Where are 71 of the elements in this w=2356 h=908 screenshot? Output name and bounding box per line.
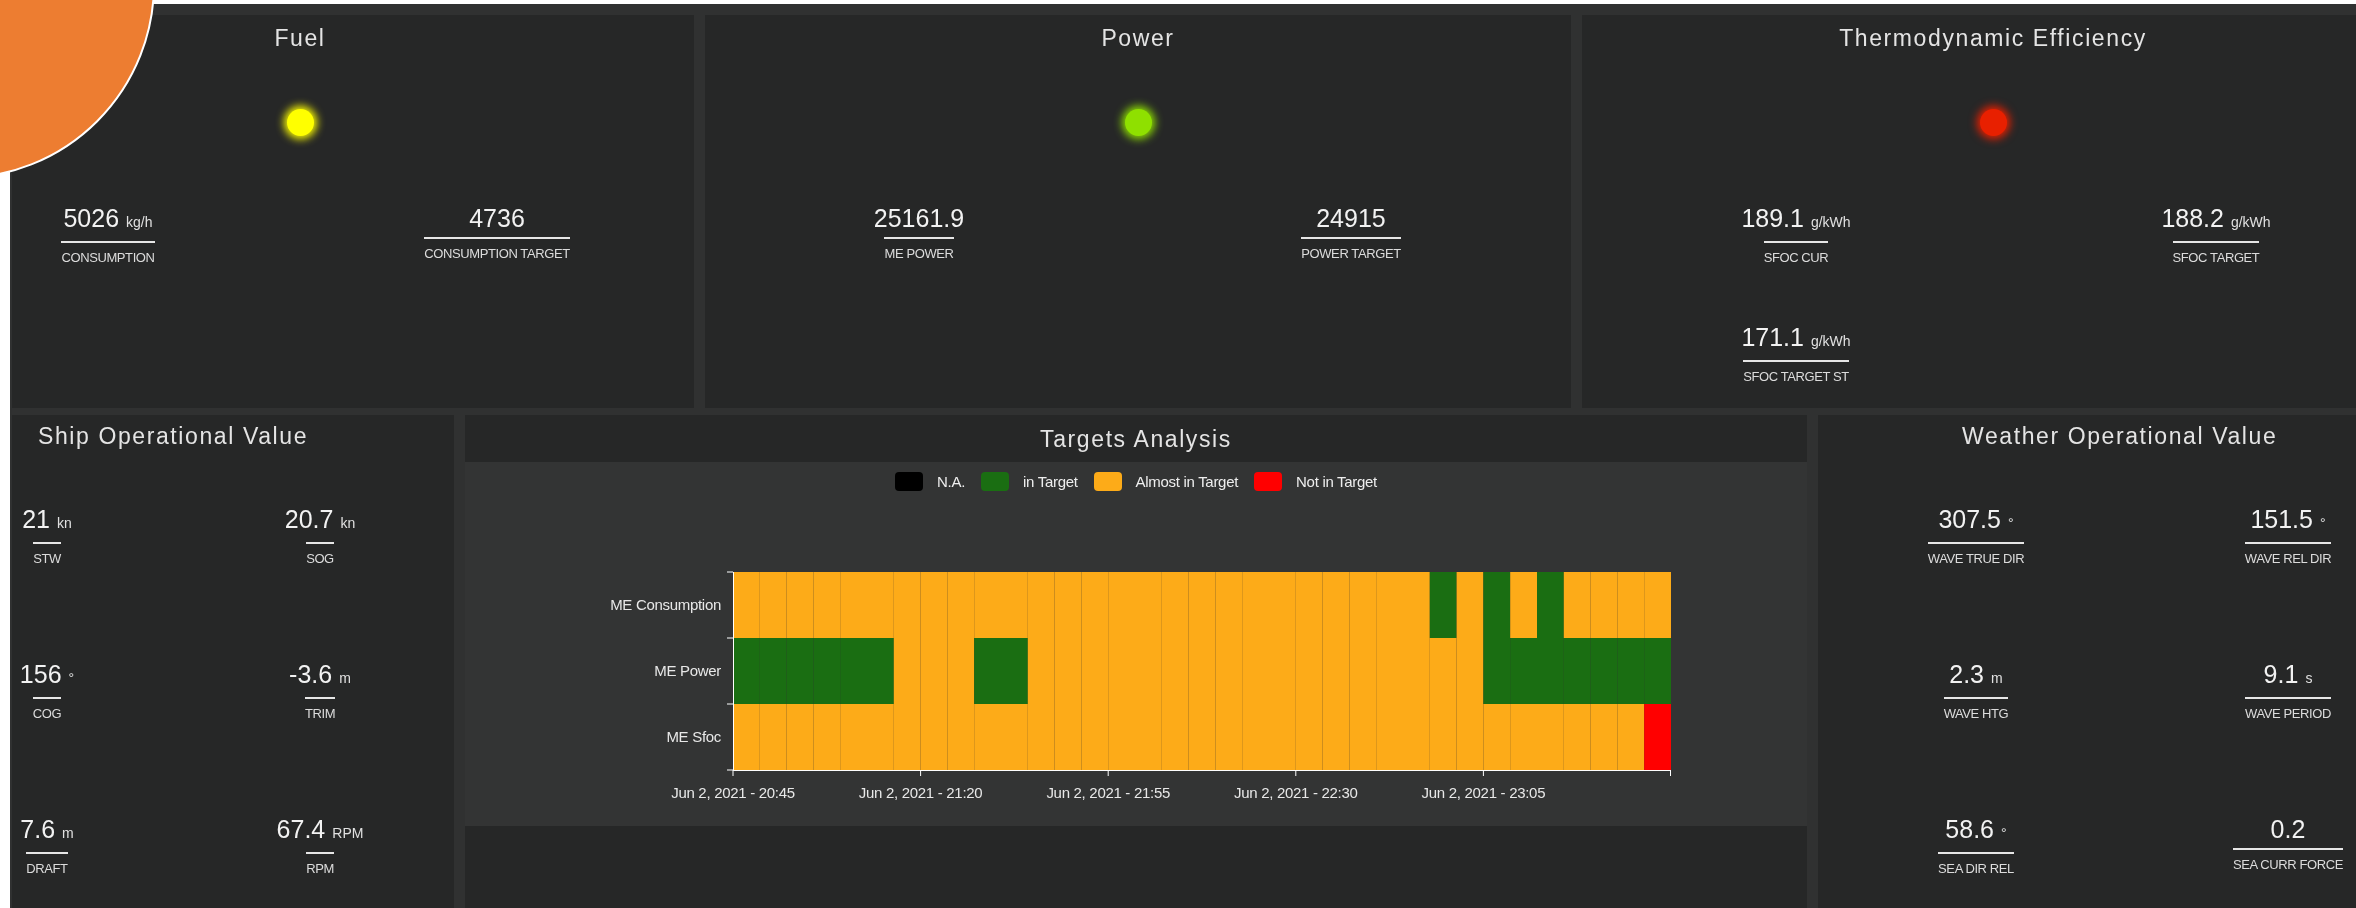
metric-label: STW bbox=[33, 542, 61, 568]
metric-value: 156 bbox=[19, 660, 62, 688]
metric-value: 189.1 bbox=[1741, 204, 1804, 232]
metric-label: WAVE HTG bbox=[1943, 697, 2009, 723]
row-label: ME Consumption bbox=[610, 596, 721, 613]
panel-title: Thermodynamic Efficiency bbox=[1838, 24, 2148, 53]
unit-label: m bbox=[1991, 669, 2003, 688]
metric-label: SEA DIR REL bbox=[1938, 852, 2014, 878]
unit-label: ° bbox=[2319, 514, 2326, 533]
metric-label: CONSUMPTION TARGET bbox=[424, 237, 570, 263]
unit-label: s bbox=[2305, 669, 2313, 688]
panel-title: Weather Operational Value bbox=[1961, 422, 2279, 451]
panel-title: Ship Operational Value bbox=[37, 422, 310, 451]
unit-label: m bbox=[62, 824, 74, 843]
unit-label: kn bbox=[340, 514, 356, 533]
metric-label: SOG bbox=[306, 542, 334, 568]
unit-label: g/kWh bbox=[2230, 213, 2271, 232]
axis-label: Jun 2, 2021 - 20:45 bbox=[671, 784, 795, 801]
metric-value: 307.5 bbox=[1938, 505, 2001, 533]
legend-label: Not in Target bbox=[1296, 472, 1377, 490]
metric-value: 58.6 bbox=[1945, 815, 1994, 843]
metric-label: SEA CURR FORCE bbox=[2233, 848, 2343, 874]
unit-label: RPM bbox=[332, 824, 364, 843]
legend-label: Almost in Target bbox=[1135, 472, 1239, 490]
metric-label: SFOC TARGET ST bbox=[1743, 360, 1849, 386]
metric-value: 9.1 bbox=[2263, 660, 2299, 688]
unit-label: kn bbox=[57, 514, 72, 533]
unit-label: ° bbox=[2001, 824, 2007, 843]
panel-title: Power bbox=[1100, 24, 1176, 53]
metric-value: 24915 bbox=[1316, 204, 1386, 232]
metric-label: DRAFT bbox=[26, 852, 68, 878]
row-label: ME Power bbox=[654, 662, 721, 679]
legend-label: N.A. bbox=[937, 472, 966, 490]
metric-label: TRIM bbox=[304, 697, 336, 723]
metric-value: 2.3 bbox=[1949, 660, 1985, 688]
metric-label: CONSUMPTION bbox=[61, 241, 155, 267]
row-label: ME Sfoc bbox=[666, 728, 721, 745]
axis-label: Jun 2, 2021 - 21:20 bbox=[858, 784, 983, 801]
metric-value: 188.2 bbox=[2161, 204, 2224, 232]
metric-value: 25161.9 bbox=[873, 204, 965, 232]
metric-value: 67.4 bbox=[276, 815, 326, 843]
metric-label: SFOC CUR bbox=[1763, 241, 1829, 267]
metric-label: WAVE REL DIR bbox=[2244, 542, 2332, 568]
metric-label: RPM bbox=[306, 852, 334, 878]
metric-value: 4736 bbox=[469, 204, 525, 232]
axis-label: Jun 2, 2021 - 23:05 bbox=[1421, 784, 1546, 801]
unit-label: g/kWh bbox=[1810, 213, 1851, 232]
legend-label: in Target bbox=[1023, 472, 1078, 490]
unit-label: ° bbox=[2007, 514, 2014, 533]
metric-value: 0.2 bbox=[2270, 815, 2306, 843]
axis-label: Jun 2, 2021 - 22:30 bbox=[1234, 784, 1358, 801]
metric-value: -3.6 bbox=[289, 660, 333, 688]
chart-title: Targets Analysis bbox=[1040, 426, 1232, 453]
metric-label: POWER TARGET bbox=[1301, 237, 1401, 263]
unit-label: ° bbox=[68, 669, 75, 688]
metric-value: 20.7 bbox=[284, 505, 334, 533]
metric-value: 7.6 bbox=[20, 815, 56, 843]
metric-label: SFOC TARGET bbox=[2172, 241, 2260, 267]
axis-label: Jun 2, 2021 - 21:55 bbox=[1046, 784, 1170, 801]
metric-value: 171.1 bbox=[1741, 323, 1804, 351]
metric-label: WAVE TRUE DIR bbox=[1927, 542, 2025, 568]
unit-label: kg/h bbox=[126, 213, 153, 232]
metric-label: WAVE PERIOD bbox=[2245, 697, 2331, 723]
metric-value: 21 bbox=[22, 505, 50, 533]
panel-title: Fuel bbox=[273, 24, 327, 53]
metric-label: ME POWER bbox=[884, 237, 954, 263]
metric-value: 5026 bbox=[63, 204, 120, 232]
metric-value: 151.5 bbox=[2250, 505, 2313, 533]
unit-label: g/kWh bbox=[1810, 332, 1851, 351]
unit-label: m bbox=[339, 669, 351, 688]
metric-label: COG bbox=[32, 697, 62, 723]
